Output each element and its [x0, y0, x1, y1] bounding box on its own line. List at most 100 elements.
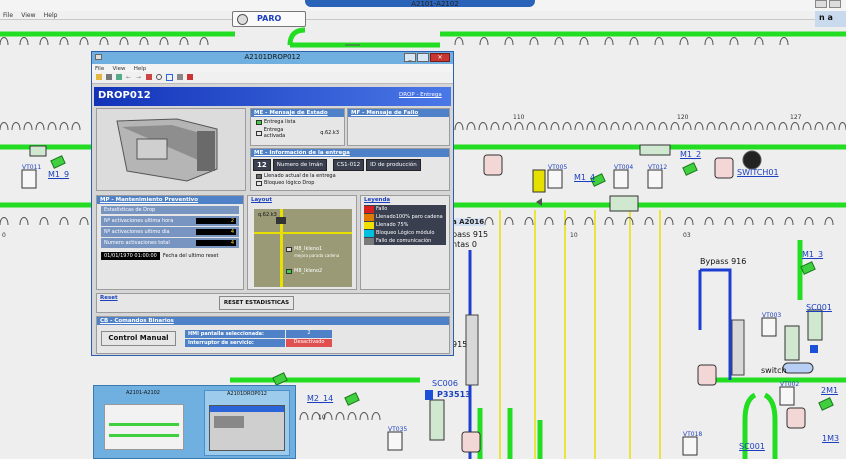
vt011[interactable]: VT011 — [22, 164, 41, 171]
window-title: A2101-A2102 — [411, 0, 459, 8]
label-m1-9[interactable]: M1_9 — [48, 170, 69, 179]
label-m1-4[interactable]: M1_4 — [574, 173, 595, 182]
label-m1-3[interactable]: M1_3 — [802, 250, 823, 259]
status-led-icon — [286, 269, 292, 274]
iman-label: Numero de Imán — [272, 159, 327, 171]
thumb-main[interactable]: A2101-A2102 — [100, 390, 186, 456]
forward-icon[interactable]: → — [136, 74, 142, 81]
select-icon[interactable] — [166, 74, 173, 81]
label-m1-2[interactable]: M1_2 — [680, 150, 701, 159]
thumb-drop-title: A2101DROP012 — [227, 391, 267, 397]
thumb-drop-image — [209, 405, 285, 451]
legend-label-3: Llenado 75% — [376, 222, 409, 228]
mp-row-1-label: Nº activaciones ultima hora — [104, 218, 174, 224]
mp-reset-label: Fecha del ultimo reset — [162, 253, 219, 259]
legend-row-5: Fallo de comunicación — [364, 237, 446, 245]
cb-title[interactable]: CB - Comandos Binarios — [97, 317, 449, 325]
label-2m1[interactable]: 2M1 — [821, 386, 838, 395]
grid-icon[interactable] — [177, 74, 183, 80]
label-1m3[interactable]: 1M3 — [822, 434, 839, 443]
dialog-title: A2101DROP012 — [244, 53, 301, 61]
tick-110: 110 — [513, 114, 525, 121]
mp-row-2-value: 4 — [196, 229, 236, 235]
yellow-lines — [499, 210, 661, 459]
tick-10b: 10 — [318, 414, 326, 421]
fallo-title[interactable]: MF - Mensaje de Fallo — [348, 109, 449, 117]
reset-statistics-button[interactable]: RESET ESTADISTICAS — [219, 296, 294, 310]
vt018[interactable]: VT018 — [683, 431, 702, 438]
cb-panel: CB - Comandos Binarios Control Manual HM… — [96, 316, 450, 354]
service-switch-label: Interruptor de servicio: — [185, 339, 285, 347]
refresh-icon[interactable] — [116, 74, 122, 80]
status-led-icon — [256, 173, 262, 179]
print-icon[interactable] — [106, 74, 112, 80]
vt012[interactable]: VT012 — [648, 164, 667, 171]
menu-view[interactable]: View — [18, 11, 38, 20]
switch-oval — [782, 362, 814, 374]
back-icon[interactable]: ← — [126, 74, 132, 81]
entrega-code: CS1-012 — [332, 159, 365, 171]
menu-file[interactable]: File — [0, 11, 16, 20]
label-m2-14[interactable]: M2_14 — [307, 394, 333, 403]
header-link[interactable]: DROP - Entrega — [399, 92, 442, 98]
mp-title[interactable]: MP - Mantenimiento Preventivo — [97, 196, 243, 204]
tick-10: 10 — [570, 232, 578, 239]
layout-drop-icon — [276, 217, 286, 224]
minimize-button[interactable] — [815, 0, 827, 8]
legend-row-3: Llenado 75% — [364, 221, 446, 229]
iman-number: 12 — [253, 159, 271, 171]
dialog-minimize-button[interactable]: _ — [404, 53, 416, 62]
vt005[interactable]: VT005 — [548, 164, 567, 171]
blue-cube — [810, 345, 818, 353]
menu-help[interactable]: Help — [41, 11, 61, 20]
zoom-icon[interactable] — [156, 74, 162, 80]
fallo-panel: MF - Mensaje de Fallo — [347, 108, 450, 146]
dialog-close-button[interactable]: ✕ — [430, 53, 450, 62]
mp-row-2-label: Nº activaciones ultimo dia — [104, 229, 170, 235]
entrega-item-2-label: Bloqueo lógico Drop — [264, 180, 315, 186]
label-sc001[interactable]: SC001 — [806, 303, 832, 312]
estado-item-2-label: Entrega activada — [263, 127, 286, 139]
thumb-drop[interactable]: A2101DROP012 — [204, 390, 290, 456]
legend-swatch — [364, 229, 374, 237]
mp-reset-row: 01/01/1970 01:00:00 Fecha del ultimo rese… — [101, 252, 239, 260]
status-led-icon — [286, 247, 292, 252]
maximize-button[interactable] — [829, 0, 841, 8]
entrega-item-2: Bloqueo lógico Drop — [251, 179, 449, 187]
vt035[interactable]: VT035 — [388, 426, 407, 433]
legend-title[interactable]: Leyenda — [361, 196, 449, 204]
label-bypass-916: Bypass 916 — [700, 257, 747, 266]
legend-label-2: Llenado100% paro cadena — [376, 214, 443, 220]
reset-title[interactable]: Reset — [97, 294, 121, 302]
label-a2016: a A2016 — [452, 218, 485, 226]
reset-panel: Reset RESET ESTADISTICAS — [96, 293, 450, 313]
label-p33513[interactable]: P33513 — [437, 390, 471, 399]
main-menubar: File View Help — [0, 11, 846, 20]
legend-swatch — [364, 221, 374, 229]
vt004[interactable]: VT004 — [614, 164, 633, 171]
layout-item-1-sub: mejora parada cadena — [294, 253, 340, 258]
layout-panel: Layout q.62.k3 M8_Ikleno1 mejora parada … — [247, 195, 357, 290]
entrega-title[interactable]: ME - Información de la entrega — [251, 149, 449, 157]
legend-label-5: Fallo de comunicación — [376, 238, 432, 244]
entrega-item-1-label: Llenado actual de la entrega — [264, 173, 336, 179]
layout-top-label: q.62.k3 — [258, 212, 277, 218]
open-icon[interactable] — [96, 74, 102, 80]
legend-list: Fallo Llenado100% paro cadena Llenado 75… — [364, 205, 446, 245]
dialog-menubar: File View Help — [92, 64, 453, 72]
label-sc006[interactable]: SC006 — [432, 379, 458, 388]
estado-value: q.62.k3 — [320, 130, 339, 136]
vt002[interactable]: VT002 — [780, 381, 799, 388]
estado-title[interactable]: ME - Mensaje de Estado — [251, 109, 344, 117]
control-manual-button[interactable]: Control Manual — [101, 331, 176, 346]
delete-icon[interactable] — [187, 74, 193, 80]
legend-row-4: Bloqueo Lógico módulo — [364, 229, 446, 237]
vt003[interactable]: VT003 — [762, 312, 781, 319]
layout-title[interactable]: Layout — [248, 196, 356, 204]
home-icon[interactable] — [146, 74, 152, 80]
label-sc001b[interactable]: SC001 — [739, 442, 765, 451]
label-switch01[interactable]: SWITCH01 — [737, 168, 779, 177]
id-produccion: ID de producción — [366, 159, 421, 171]
dialog-maximize-button[interactable] — [417, 53, 429, 62]
layout-item-1: M8_Ikleno1 — [294, 246, 323, 252]
